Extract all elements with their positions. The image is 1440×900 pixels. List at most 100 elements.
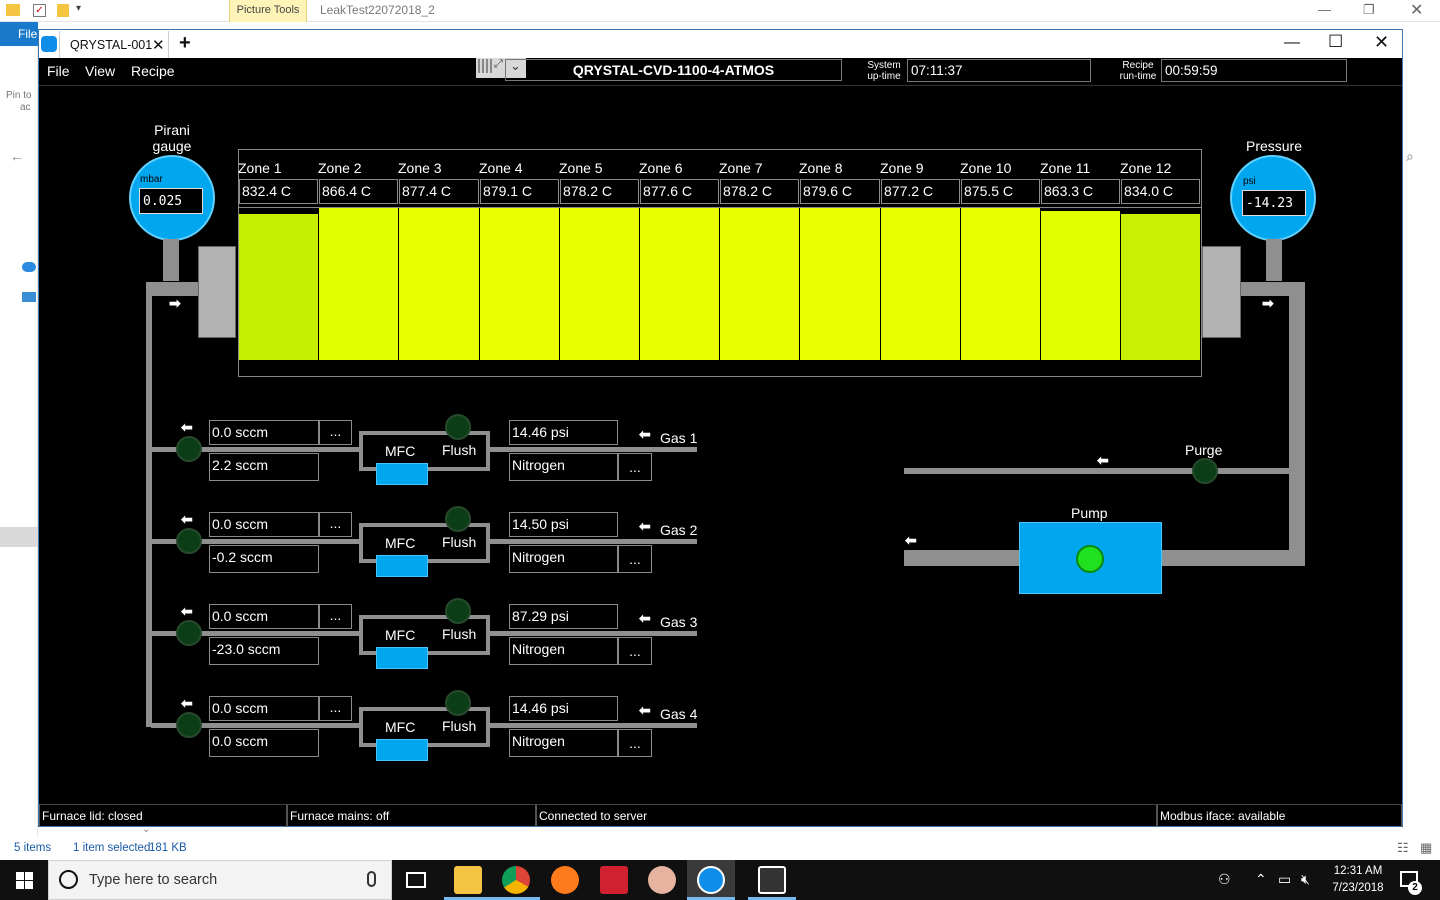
search-icon[interactable]: ⌕ [1406,148,1414,165]
menu-bar: File View Recipe ⤢ ⌄ QRYSTAL-CVD-1100-4-… [39,58,1402,86]
mfc-label: MFC [385,535,416,551]
firefox-taskbar-icon[interactable] [551,866,579,894]
gas-setpoint-more-button[interactable]: ... [319,604,352,629]
new-folder-icon[interactable] [57,4,69,17]
show-hidden-icons-chevron-icon[interactable]: ⌃ [1255,871,1267,888]
flush-label: Flush [442,442,477,458]
onedrive-icon[interactable] [22,262,36,272]
task-view-icon[interactable] [406,872,426,888]
gas-setpoint-field[interactable]: 0.0 sccm [209,512,319,537]
gas-shutoff-valve[interactable] [176,528,202,554]
zone-heater-block [881,208,961,360]
people-icon[interactable]: ⚇ [1218,871,1231,888]
folder-icon[interactable] [6,4,20,16]
gas-actual-flow: 0.0 sccm [209,729,319,757]
customize-chevron-icon[interactable]: ▾ [76,3,81,14]
pressure-label: Pressure [1245,138,1303,154]
picture-tools-tab[interactable]: Picture Tools [229,0,307,22]
start-button[interactable] [0,860,48,900]
pin-to-quick-access[interactable]: Pin to ac [6,90,32,114]
large-icons-view-icon[interactable]: ▦ [1420,840,1432,856]
gas-type-more-button[interactable]: ... [618,453,652,481]
app-status-bar: Furnace lid: closed Furnace mains: off C… [39,804,1402,827]
gas-shutoff-valve[interactable] [176,712,202,738]
explorer-minimize-icon[interactable]: — [1318,2,1331,17]
photos-taskbar-icon[interactable] [758,866,786,894]
mass-flow-controller[interactable] [376,647,428,669]
mendeley-taskbar-icon[interactable] [600,866,628,894]
zone-temperature: 879.1 C [480,179,559,204]
menu-view[interactable]: View [85,63,115,79]
mass-flow-controller[interactable] [376,739,428,761]
pump[interactable] [1019,522,1162,594]
menu-file[interactable]: File [47,63,70,79]
mass-flow-controller[interactable] [376,555,428,577]
minimize-icon[interactable]: — [1284,34,1300,52]
taskbar-clock[interactable]: 12:31 AM 7/23/2018 [1318,863,1398,897]
explorer-file-tab[interactable]: File [0,22,38,46]
menu-recipe[interactable]: Recipe [131,63,175,79]
taskbar-search-box[interactable]: Type here to search [48,860,392,900]
gas-type-field: Nitrogen [509,453,618,481]
fullscreen-icon[interactable]: ⤢ [494,58,503,71]
status-size: 181 KB [149,842,187,854]
qrystal-window: QRYSTAL-001 ✕ + — ☐ ✕ File View Recipe ⤢… [38,29,1403,827]
gas-type-more-button[interactable]: ... [618,545,652,573]
file-explorer-taskbar-icon[interactable] [454,866,482,894]
details-view-icon[interactable]: ☷ [1397,840,1409,856]
explorer-close-icon[interactable]: ✕ [1410,0,1423,20]
gas-setpoint-field[interactable]: 0.0 sccm [209,604,319,629]
gas-shutoff-valve[interactable] [176,436,202,462]
paint-taskbar-icon[interactable] [648,866,676,894]
zone-name: Zone 10 [960,160,1012,176]
volume-mute-icon[interactable]: 🔇︎ [1301,871,1310,888]
machine-name: QRYSTAL-CVD-1100-4-ATMOS [505,59,842,81]
teamviewer-taskbar-button[interactable] [687,860,735,900]
purge-valve[interactable] [1192,458,1218,484]
close-tab-icon[interactable]: ✕ [152,36,165,54]
microphone-icon[interactable] [367,871,376,887]
maximize-icon[interactable]: ☐ [1328,32,1343,52]
gas-flush-valve[interactable] [445,414,471,440]
notification-count-badge: 2 [1408,881,1422,895]
zone-temperature: 878.2 C [720,179,799,204]
gas-flow-arrow-left-icon: ⬅︎ [181,695,193,711]
new-tab-plus-icon[interactable]: + [179,32,191,55]
explorer-restore-icon[interactable]: ❐ [1363,2,1375,18]
gas-flush-valve[interactable] [445,690,471,716]
zone-name: Zone 7 [719,160,763,176]
gas-flush-valve[interactable] [445,506,471,532]
gas-setpoint-more-button[interactable]: ... [319,696,352,721]
chrome-taskbar-icon[interactable] [502,866,530,894]
pressure-unit: psi [1243,176,1256,187]
gas-pressure-value: 87.29 psi [509,604,618,629]
flush-label: Flush [442,534,477,550]
gas-setpoint-more-button[interactable]: ... [319,512,352,537]
properties-icon[interactable]: ✓ [33,4,46,17]
zone-temperature: 866.4 C [319,179,398,204]
gas-type-more-button[interactable]: ... [618,729,652,757]
gas-type-field: Nitrogen [509,545,618,573]
back-arrow-icon[interactable]: ← [10,148,24,164]
gas-setpoint-more-button[interactable]: ... [319,420,352,445]
zone-name: Zone 5 [559,160,603,176]
close-window-icon[interactable]: ✕ [1374,32,1389,53]
quick-access-toolbar: ✓ ▾ [0,2,90,20]
search-placeholder: Type here to search [89,872,218,888]
recipe-runtime-label: Recipe run-time [1119,60,1157,82]
network-icon[interactable]: ▭ [1278,871,1291,888]
this-pc-icon[interactable] [22,292,36,302]
mass-flow-controller[interactable] [376,463,428,485]
gas-setpoint-field[interactable]: 0.0 sccm [209,420,319,445]
session-tab[interactable]: QRYSTAL-001 ✕ [59,31,169,58]
gas-type-more-button[interactable]: ... [618,637,652,665]
gas-pressure-value: 14.46 psi [509,696,618,721]
gas-source-arrow-left-icon: ⬅︎ [639,518,651,534]
scroll-down-chevron-icon[interactable]: ⌄ [142,824,150,835]
nav-selected-item[interactable] [0,527,38,547]
status-selection: 1 item selected [73,842,151,854]
gas-actual-flow: 2.2 sccm [209,453,319,481]
gas-flush-valve[interactable] [445,598,471,624]
gas-setpoint-field[interactable]: 0.0 sccm [209,696,319,721]
gas-shutoff-valve[interactable] [176,620,202,646]
